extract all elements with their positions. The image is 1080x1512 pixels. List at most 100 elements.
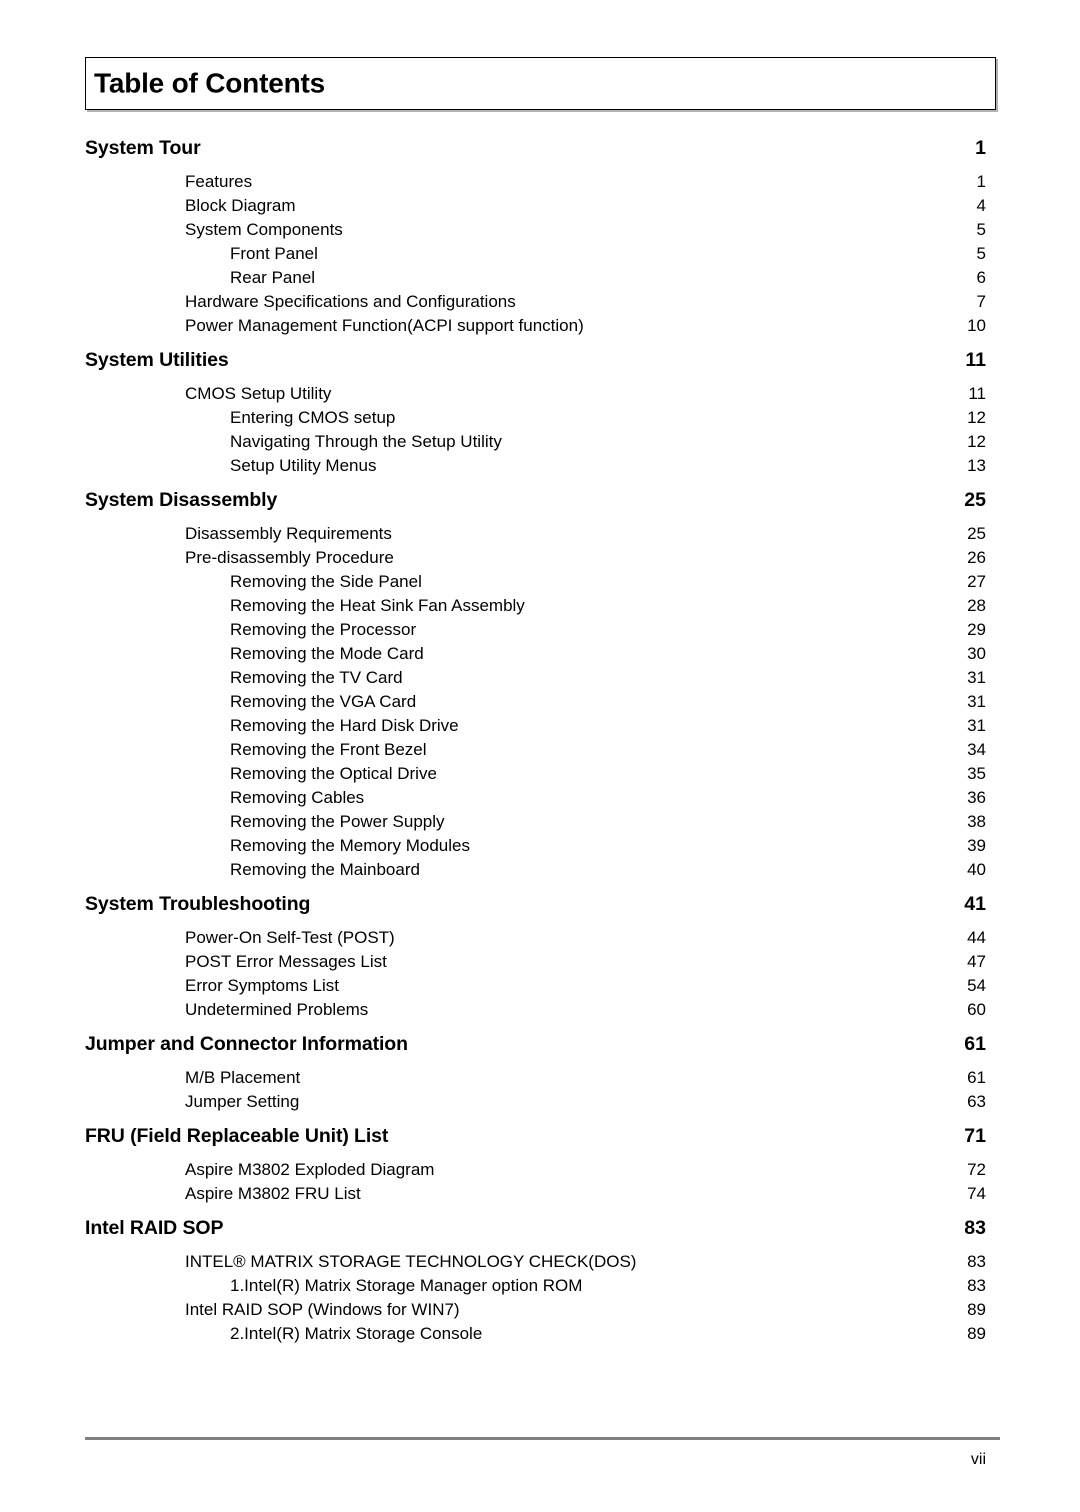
toc-entry[interactable]: Aspire M3802 FRU List 74 (0, 1182, 1080, 1206)
toc-entry[interactable]: CMOS Setup Utility 11 (0, 382, 1080, 406)
toc-entry-label: Jumper Setting (185, 1092, 300, 1111)
toc-entry-page-number: 4 (976, 196, 986, 215)
toc-entry[interactable]: Removing the Power Supply 38 (0, 810, 1080, 834)
toc-entry[interactable]: Error Symptoms List 54 (0, 974, 1080, 998)
toc-entry-page-number: 47 (967, 952, 986, 971)
toc-section-page-number: 71 (964, 1125, 986, 1147)
toc-entry[interactable]: Rear Panel 6 (0, 266, 1080, 290)
toc-entry-label: Removing the Mode Card (230, 644, 424, 663)
toc-entry-page-number: 31 (967, 668, 986, 687)
toc-entry-label: Rear Panel (230, 268, 316, 287)
toc-entry-page-number: 26 (967, 548, 986, 567)
toc-entry[interactable]: INTEL® MATRIX STORAGE TECHNOLOGY CHECK(D… (0, 1250, 1080, 1274)
toc-entry-page-number: 63 (967, 1092, 986, 1111)
toc-entry-label: Hardware Specifications and Configuratio… (185, 292, 516, 311)
toc-section-header[interactable]: System Disassembly 25 (0, 484, 1080, 516)
toc-entry-label: Removing the Mainboard (230, 860, 420, 879)
toc-entry[interactable]: Block Diagram 4 (0, 194, 1080, 218)
toc-entry-page-number: 89 (967, 1300, 986, 1319)
toc-entry[interactable]: Removing the Optical Drive 35 (0, 762, 1080, 786)
toc-section-page-number: 41 (964, 893, 986, 915)
toc-entry-label: Removing the TV Card (230, 668, 403, 687)
toc-entry[interactable]: 1.Intel(R) Matrix Storage Manager option… (0, 1274, 1080, 1298)
table-of-contents-title-box: Table of Contents (85, 57, 996, 110)
toc-entry[interactable]: Undetermined Problems 60 (0, 998, 1080, 1022)
toc-entry[interactable]: Navigating Through the Setup Utility 12 (0, 430, 1080, 454)
toc-section-header[interactable]: System Utilities 11 (0, 344, 1080, 376)
toc-entry-page-number: 27 (967, 572, 986, 591)
toc-section-header[interactable]: Jumper and Connector Information 61 (0, 1028, 1080, 1060)
toc-entry-page-number: 74 (967, 1184, 986, 1203)
toc-entry[interactable]: Removing Cables 36 (0, 786, 1080, 810)
toc-entry[interactable]: Features 1 (0, 170, 1080, 194)
toc-entry[interactable]: Power Management Function(ACPI support f… (0, 314, 1080, 338)
toc-entry[interactable]: System Components 5 (0, 218, 1080, 242)
toc-entry-page-number: 83 (967, 1252, 986, 1271)
toc-entry-label: 1.Intel(R) Matrix Storage Manager option… (230, 1276, 583, 1295)
toc-entry[interactable]: Hardware Specifications and Configuratio… (0, 290, 1080, 314)
toc-entry[interactable]: POST Error Messages List 47 (0, 950, 1080, 974)
toc-entry-page-number: 89 (967, 1324, 986, 1343)
page: Table of Contents System Tour 1 Features 1 B… (0, 0, 1080, 1512)
toc-entry-page-number: 83 (967, 1276, 986, 1295)
toc-entry[interactable]: Removing the Hard Disk Drive 31 (0, 714, 1080, 738)
toc-entry-page-number: 36 (967, 788, 986, 807)
toc-entry[interactable]: Removing the Processor 29 (0, 618, 1080, 642)
toc-section-header[interactable]: Intel RAID SOP 83 (0, 1212, 1080, 1244)
toc-section-title: System Tour (85, 137, 201, 159)
toc-section-header[interactable]: FRU (Field Replaceable Unit) List 71 (0, 1120, 1080, 1152)
toc-entry-label: Removing the Hard Disk Drive (230, 716, 459, 735)
toc-entry-page-number: 30 (967, 644, 986, 663)
toc-entry[interactable]: Removing the VGA Card 31 (0, 690, 1080, 714)
toc-entry[interactable]: Removing the TV Card 31 (0, 666, 1080, 690)
toc-entry[interactable]: Aspire M3802 Exploded Diagram 72 (0, 1158, 1080, 1182)
toc-entry-label: Navigating Through the Setup Utility (230, 432, 502, 451)
toc-entry-page-number: 12 (967, 408, 986, 427)
toc-entry-label: M/B Placement (185, 1068, 301, 1087)
toc-entry-page-number: 31 (967, 716, 986, 735)
toc-entry-page-number: 31 (967, 692, 986, 711)
toc-entry-label: Features (185, 172, 253, 191)
toc-entry-label: POST Error Messages List (185, 952, 387, 971)
toc-entry[interactable]: Disassembly Requirements 25 (0, 522, 1080, 546)
toc-entry[interactable]: Front Panel 5 (0, 242, 1080, 266)
toc-section-header[interactable]: System Troubleshooting 41 (0, 888, 1080, 920)
toc-entry[interactable]: Jumper Setting 63 (0, 1090, 1080, 1114)
toc-entry-page-number: 39 (967, 836, 986, 855)
toc-entry-label: Removing the Heat Sink Fan Assembly (230, 596, 525, 615)
toc-entry-label: Removing the VGA Card (230, 692, 417, 711)
toc-entry[interactable]: Removing the Mode Card 30 (0, 642, 1080, 666)
page-title: Table of Contents (94, 66, 325, 98)
toc-entry[interactable]: Intel RAID SOP (Windows for WIN7) 89 (0, 1298, 1080, 1322)
toc-entry-page-number: 10 (967, 316, 986, 335)
toc-entry-label: Intel RAID SOP (Windows for WIN7) (185, 1300, 460, 1319)
toc-entry[interactable]: Removing the Mainboard 40 (0, 858, 1080, 882)
toc-entry[interactable]: Removing the Memory Modules 39 (0, 834, 1080, 858)
toc-entry-label: Setup Utility Menus (230, 456, 377, 475)
toc-section-title: System Utilities (85, 349, 229, 371)
toc-entry-label: Removing the Processor (230, 620, 417, 639)
toc-entry[interactable]: Entering CMOS setup 12 (0, 406, 1080, 430)
toc-entry[interactable]: Pre-disassembly Procedure 26 (0, 546, 1080, 570)
toc-section-header[interactable]: System Tour 1 (0, 132, 1080, 164)
toc-entry-label: Front Panel (230, 244, 318, 263)
toc-entry[interactable]: Setup Utility Menus 13 (0, 454, 1080, 478)
toc-entry[interactable]: Removing the Side Panel 27 (0, 570, 1080, 594)
footer-divider (85, 1437, 1000, 1440)
toc-entry-page-number: 38 (967, 812, 986, 831)
toc-entry-label: Removing the Front Bezel (230, 740, 427, 759)
toc-entry-label: Power-On Self-Test (POST) (185, 928, 395, 947)
toc-entry-label: Error Symptoms List (185, 976, 339, 995)
toc-entry-page-number: 7 (976, 292, 986, 311)
toc-entry[interactable]: Removing the Front Bezel 34 (0, 738, 1080, 762)
toc-entry-label: CMOS Setup Utility (185, 384, 332, 403)
toc-entry[interactable]: M/B Placement 61 (0, 1066, 1080, 1090)
toc-section-page-number: 83 (964, 1217, 986, 1239)
toc-entry[interactable]: 2.Intel(R) Matrix Storage Console 89 (0, 1322, 1080, 1346)
toc-entry-label: Removing the Memory Modules (230, 836, 470, 855)
toc-entry[interactable]: Removing the Heat Sink Fan Assembly 28 (0, 594, 1080, 618)
toc-entry-page-number: 40 (967, 860, 986, 879)
toc-entry[interactable]: Power-On Self-Test (POST) 44 (0, 926, 1080, 950)
table-of-contents-list: System Tour 1 Features 1 Block Diagram 4 Syste… (0, 126, 1080, 1346)
toc-entry-label: Removing the Power Supply (230, 812, 445, 831)
